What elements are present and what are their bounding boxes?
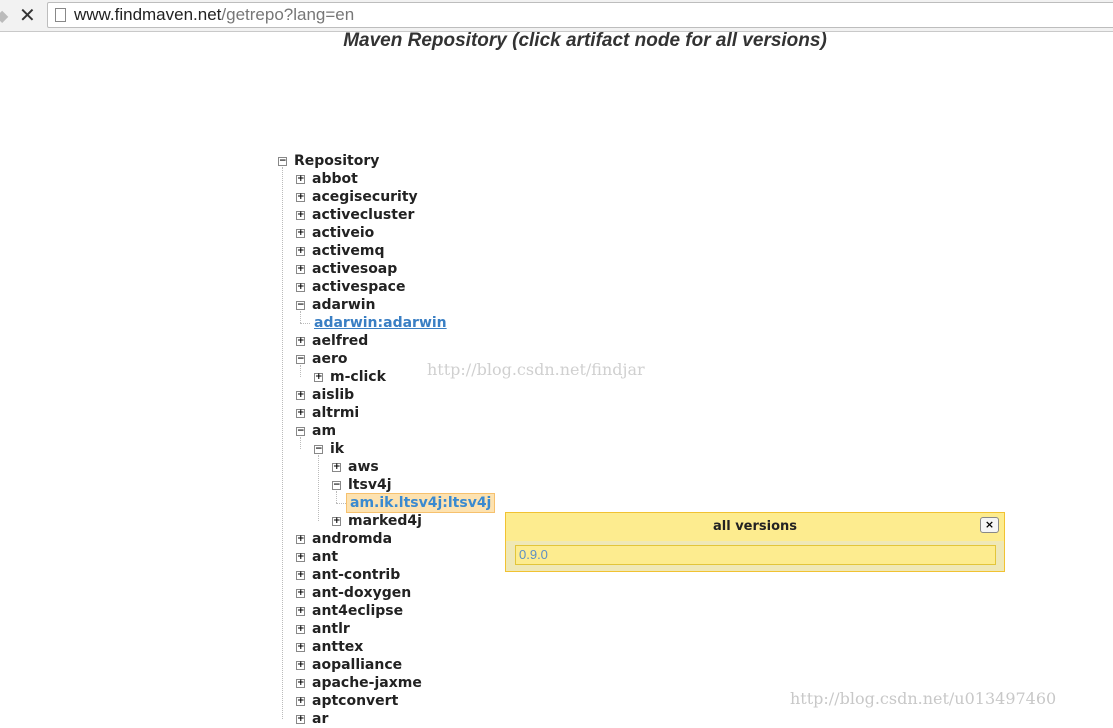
close-button[interactable]: × [980, 517, 999, 533]
tree-node-label[interactable]: altrmi [312, 404, 359, 422]
versions-popup: all versions × 0.9.0 [505, 512, 1005, 572]
expand-icon[interactable]: + [296, 265, 305, 274]
expand-icon[interactable]: + [296, 715, 305, 724]
tree-node-label[interactable]: aero [312, 350, 347, 368]
expand-icon[interactable]: + [296, 661, 305, 670]
expand-icon[interactable]: + [296, 697, 305, 706]
tree-node-label[interactable]: adarwin:adarwin [314, 314, 447, 332]
popup-body: 0.9.0 [506, 541, 1004, 571]
expand-icon[interactable]: + [296, 409, 305, 418]
tree-node-label[interactable]: ant [312, 548, 338, 566]
tree-node-label[interactable]: aislib [312, 386, 354, 404]
tree-guide-line [300, 437, 301, 449]
tree-node-label[interactable]: activeio [312, 224, 374, 242]
tree-node-label[interactable]: activespace [312, 278, 405, 296]
expand-icon[interactable]: + [332, 463, 341, 472]
expand-icon[interactable]: + [296, 193, 305, 202]
expand-icon[interactable]: + [296, 391, 305, 400]
expand-icon[interactable]: + [296, 607, 305, 616]
tree-guide-line [336, 491, 337, 503]
popup-title: all versions [712, 519, 798, 534]
tree-node-label[interactable]: ant-doxygen [312, 584, 411, 602]
expand-icon[interactable]: + [296, 589, 305, 598]
tree-node-label[interactable]: am [312, 422, 336, 440]
tree-connector [336, 503, 346, 504]
expand-icon[interactable]: + [296, 211, 305, 220]
expand-icon[interactable]: + [296, 283, 305, 292]
tree-node-label[interactable]: ant-contrib [312, 566, 400, 584]
tree-node-label[interactable]: aelfred [312, 332, 368, 350]
expand-icon[interactable]: + [332, 517, 341, 526]
collapse-icon[interactable]: − [332, 481, 341, 490]
page-title: Maven Repository (click artifact node fo… [343, 30, 827, 51]
stop-loading-button[interactable]: ✕ [19, 3, 36, 27]
tree-connector [300, 323, 310, 324]
tree-guide-line [318, 455, 319, 521]
tree-node-label[interactable]: anttex [312, 638, 363, 656]
expand-icon[interactable]: + [296, 247, 305, 256]
tree-node-label[interactable]: Repository [294, 152, 379, 170]
expand-icon[interactable]: + [296, 679, 305, 688]
tree-node-label[interactable]: m-click [330, 368, 386, 386]
tree-node-label[interactable]: aptconvert [312, 692, 398, 710]
tree-node-label[interactable]: aws [348, 458, 379, 476]
collapse-icon[interactable]: − [296, 301, 305, 310]
tree-node-label[interactable]: andromda [312, 530, 392, 548]
collapse-icon[interactable]: − [296, 427, 305, 436]
expand-icon[interactable]: + [296, 337, 305, 346]
expand-icon[interactable]: + [296, 571, 305, 580]
expand-icon[interactable]: + [296, 643, 305, 652]
expand-icon[interactable]: + [296, 229, 305, 238]
tree-node-label[interactable]: ik [330, 440, 344, 458]
tree-node-label[interactable]: adarwin [312, 296, 376, 314]
url-path: /getrepo?lang=en [221, 5, 355, 24]
back-arrow-icon[interactable]: ◆ [0, 6, 8, 25]
tree-node-label[interactable]: ltsv4j [348, 476, 392, 494]
expand-icon[interactable]: + [296, 175, 305, 184]
collapse-icon[interactable]: − [278, 157, 287, 166]
browser-toolbar: ◆ ✕ www.findmaven.net/getrepo?lang=en [0, 0, 1113, 32]
tree-node-label[interactable]: abbot [312, 170, 358, 188]
expand-icon[interactable]: + [296, 625, 305, 634]
collapse-icon[interactable]: − [314, 445, 323, 454]
expand-icon[interactable]: + [314, 373, 323, 382]
tree-node-label[interactable]: apache-jaxme [312, 674, 422, 692]
tree-node-label[interactable]: antlr [312, 620, 350, 638]
tree-guide-line [300, 311, 301, 323]
page-icon [55, 8, 66, 22]
expand-icon[interactable]: + [296, 553, 305, 562]
version-item[interactable]: 0.9.0 [515, 545, 996, 565]
tree-node-label[interactable]: acegisecurity [312, 188, 418, 206]
tree-node-label[interactable]: activecluster [312, 206, 414, 224]
tree-node-label[interactable]: marked4j [348, 512, 422, 530]
tree-node-label[interactable]: activesoap [312, 260, 397, 278]
tree-node-label[interactable]: activemq [312, 242, 384, 260]
tree-node-label[interactable]: aopalliance [312, 656, 402, 674]
watermark: http://blog.csdn.net/findjar [427, 360, 645, 379]
watermark: http://blog.csdn.net/u013497460 [790, 689, 1057, 708]
tree-node-label[interactable]: am.ik.ltsv4j:ltsv4j [346, 493, 496, 513]
tree-node-label[interactable]: ant4eclipse [312, 602, 403, 620]
address-bar[interactable]: www.findmaven.net/getrepo?lang=en [47, 2, 1113, 28]
tree-guide-line [282, 167, 283, 719]
collapse-icon[interactable]: − [296, 355, 305, 364]
tree-guide-line [300, 365, 301, 377]
tree-node-label[interactable]: ar [312, 710, 328, 728]
url-host: www.findmaven.net [74, 5, 222, 24]
expand-icon[interactable]: + [296, 535, 305, 544]
